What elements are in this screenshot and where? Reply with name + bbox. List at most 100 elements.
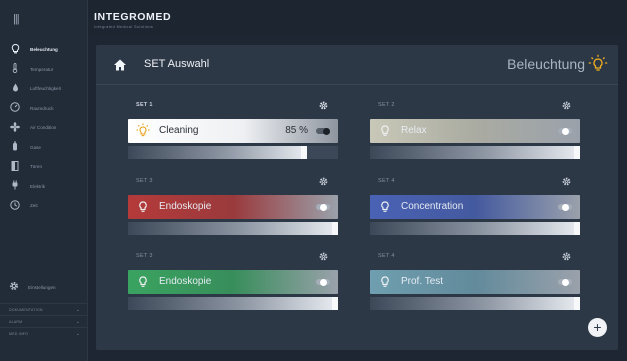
sub-section-med-info[interactable]: MED INFO ⌄ <box>0 327 88 339</box>
set-card-5[interactable]: Endoskopie <box>128 270 338 294</box>
sidebar-item-label: Elektrik <box>30 183 46 189</box>
sidebar-item-beleuchtung[interactable]: Beleuchtung <box>0 40 88 60</box>
set-card-6[interactable]: Prof. Test <box>370 270 580 294</box>
set-label: SET 4 <box>378 253 395 259</box>
slider-fill <box>370 146 580 159</box>
sub-section-label: DOKUMENTATION <box>9 307 43 312</box>
toggle-switch[interactable] <box>316 278 330 286</box>
sub-section-dokumentation[interactable]: DOKUMENTATION ⌄ <box>0 303 88 315</box>
lightbulb-icon <box>136 123 150 137</box>
slider-handle[interactable] <box>301 146 307 159</box>
toggle-switch[interactable] <box>558 127 572 135</box>
sidebar-item-zeit[interactable]: Zeit <box>0 196 88 216</box>
top-bar: INTEGROMED Integrated Medical Solutions <box>88 0 627 36</box>
brand-tagline: Integrated Medical Solutions <box>94 25 154 29</box>
panel-title: SET Auswahl <box>144 58 210 70</box>
sidebar-item-label: Luftfeuchtigkeit <box>30 86 61 92</box>
bulb-icon <box>9 43 21 56</box>
slider-handle[interactable] <box>574 222 580 235</box>
sidebar-item-label: Gase <box>30 144 41 150</box>
hamburger-icon[interactable]: ||| <box>13 13 20 25</box>
gear-icon[interactable] <box>319 101 328 110</box>
sub-section-label: MED INFO <box>9 331 29 336</box>
set-value: 85 % <box>285 125 308 136</box>
lightbulb-icon <box>381 201 389 212</box>
fan-icon <box>9 121 21 134</box>
set-card-1[interactable]: Cleaning 85 % <box>128 119 338 143</box>
sidebar-item-air-condition[interactable]: Air Condition <box>0 118 88 138</box>
mode-title: Beleuchtung <box>507 56 585 72</box>
set-label: SET 4 <box>378 178 395 184</box>
toggle-knob <box>562 127 569 135</box>
lightbulb-icon <box>381 125 389 136</box>
brightness-slider[interactable] <box>370 222 580 235</box>
set-card-2[interactable]: Relax <box>370 119 580 143</box>
set-label: SET 1 <box>136 102 153 108</box>
sidebar-item-label: Air Condition <box>30 125 57 131</box>
set-label: SET 3 <box>136 178 153 184</box>
set-card-4[interactable]: Concentration <box>370 195 580 219</box>
sidebar-item-tueren[interactable]: Türen <box>0 157 88 177</box>
toggle-switch[interactable] <box>316 127 330 135</box>
chevron-down-icon: ⌄ <box>75 330 80 337</box>
sidebar-item-luftfeuchtigkeit[interactable]: Luftfeuchtigkeit <box>0 79 88 99</box>
gear-icon[interactable] <box>319 252 328 261</box>
slider-handle[interactable] <box>332 297 338 310</box>
set-name: Endoskopie <box>159 276 212 287</box>
toggle-knob <box>320 203 327 211</box>
lightbulb-icon <box>588 54 608 71</box>
toggle-knob <box>320 278 327 286</box>
slider-fill <box>128 146 307 159</box>
chevron-down-icon: ⌄ <box>75 318 80 325</box>
gas-cylinder-icon <box>9 141 21 153</box>
sub-section-label: ALARM <box>9 319 23 324</box>
brand-logo: INTEGROMED <box>94 11 172 23</box>
slider-fill <box>128 297 338 310</box>
home-icon[interactable] <box>113 58 127 72</box>
settings-label: Einstellungen <box>28 285 56 290</box>
droplet-icon <box>9 83 21 94</box>
add-set-button[interactable]: + <box>588 318 607 337</box>
slider-fill <box>128 222 338 235</box>
slider-fill <box>370 297 580 310</box>
sidebar-sub-sections: DOKUMENTATION ⌄ ALARM ⌄ MED INFO ⌄ <box>0 303 88 339</box>
toggle-switch[interactable] <box>558 278 572 286</box>
toggle-knob <box>562 203 569 211</box>
sidebar-item-label: Beleuchtung <box>30 47 58 53</box>
sidebar-item-label: Zeit <box>30 203 38 209</box>
sidebar-item-temperatur[interactable]: Temperatur <box>0 60 88 80</box>
brightness-slider[interactable] <box>370 297 580 310</box>
brightness-slider[interactable] <box>370 146 580 159</box>
gear-icon[interactable] <box>562 252 571 261</box>
door-icon <box>9 160 21 173</box>
set-name: Cleaning <box>159 125 199 136</box>
gear-icon[interactable] <box>319 177 328 186</box>
toggle-switch[interactable] <box>558 203 572 211</box>
sidebar: ||| Beleuchtung Temperatur Luftfeuchtigk… <box>0 0 88 361</box>
set-label: SET 3 <box>136 253 153 259</box>
toggle-knob <box>323 127 330 135</box>
slider-handle[interactable] <box>574 297 580 310</box>
sidebar-item-elektrik[interactable]: Elektrik <box>0 177 88 197</box>
sidebar-item-raumdruck[interactable]: Raumdruck <box>0 99 88 119</box>
sidebar-item-label: Türen <box>30 164 43 170</box>
sidebar-item-label: Temperatur <box>30 66 54 72</box>
lightbulb-icon <box>139 201 147 212</box>
slider-handle[interactable] <box>574 146 580 159</box>
brightness-slider[interactable] <box>128 146 338 159</box>
sidebar-item-einstellungen[interactable]: Einstellungen <box>9 281 56 294</box>
brightness-slider[interactable] <box>128 222 338 235</box>
sub-section-alarm[interactable]: ALARM ⌄ <box>0 315 88 327</box>
sidebar-item-gase[interactable]: Gase <box>0 138 88 158</box>
slider-handle[interactable] <box>332 222 338 235</box>
gear-icon[interactable] <box>562 177 571 186</box>
set-card-3[interactable]: Endoskopie <box>128 195 338 219</box>
set-name: Prof. Test <box>401 276 444 287</box>
brightness-slider[interactable] <box>128 297 338 310</box>
set-label: SET 2 <box>378 102 395 108</box>
lightbulb-icon <box>139 276 147 287</box>
sidebar-item-label: Raumdruck <box>30 105 54 111</box>
set-name: Concentration <box>401 201 464 212</box>
gear-icon[interactable] <box>562 101 571 110</box>
toggle-switch[interactable] <box>316 203 330 211</box>
